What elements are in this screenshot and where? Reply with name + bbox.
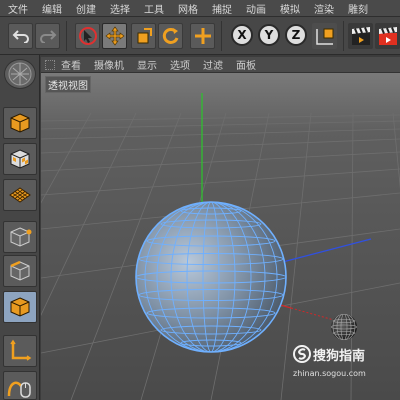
menu-select[interactable]: 选择 bbox=[110, 1, 130, 16]
crosshair-icon bbox=[194, 28, 211, 44]
points-mode-button[interactable] bbox=[3, 221, 37, 253]
viewport-menu-bar: 查看 摄像机 显示 选项 过滤 面板 bbox=[41, 57, 400, 73]
menu-sculpt[interactable]: 雕刻 bbox=[348, 1, 368, 16]
menu-edit[interactable]: 编辑 bbox=[42, 1, 62, 16]
menu-bar: 文件 编辑 创建 选择 工具 网格 捕捉 动画 模拟 渲染 雕刻 bbox=[0, 0, 400, 17]
menu-simulate[interactable]: 模拟 bbox=[280, 1, 300, 16]
move-arrows-icon bbox=[104, 26, 125, 46]
menu-mesh[interactable]: 网格 bbox=[178, 1, 198, 16]
menu-tools[interactable]: 工具 bbox=[144, 1, 164, 16]
scale-icon bbox=[137, 28, 152, 44]
render-view-button[interactable] bbox=[348, 23, 373, 49]
workplane-mode-button[interactable] bbox=[3, 179, 37, 211]
menu-snap[interactable]: 捕捉 bbox=[212, 1, 232, 16]
redo-button[interactable] bbox=[35, 23, 60, 49]
watermark-brand: 搜狗指南 bbox=[313, 349, 366, 364]
undo-button[interactable] bbox=[8, 23, 33, 49]
selection-cursor-icon bbox=[78, 27, 97, 45]
make-editable-icon bbox=[8, 62, 32, 86]
polygons-mode-button[interactable] bbox=[3, 291, 37, 323]
redo-icon bbox=[39, 30, 56, 43]
viewport-grip-icon[interactable] bbox=[45, 59, 55, 70]
small-sphere-object bbox=[331, 314, 357, 340]
grid-plane-icon bbox=[9, 187, 31, 203]
viewport-menu-cameras[interactable]: 摄像机 bbox=[94, 57, 124, 72]
viewport-menu-view[interactable]: 查看 bbox=[61, 57, 81, 72]
move-tool-button[interactable] bbox=[102, 23, 127, 49]
viewport-menu-options[interactable]: 选项 bbox=[170, 57, 190, 72]
clapperboard-icon bbox=[351, 27, 370, 45]
watermark-url: zhinan.sogou.com bbox=[293, 369, 366, 378]
main-toolbar: X Y Z bbox=[0, 17, 400, 55]
render-to-picture-viewer-button[interactable] bbox=[375, 23, 400, 49]
transform-tool-button[interactable] bbox=[190, 23, 215, 49]
z-axis-lock-button[interactable]: Z bbox=[285, 24, 307, 46]
menu-render[interactable]: 渲染 bbox=[314, 1, 334, 16]
edges-cube-icon bbox=[10, 260, 30, 281]
x-axis-lock-button[interactable]: X bbox=[231, 24, 253, 46]
make-editable-button[interactable] bbox=[4, 59, 36, 89]
rotate-icon bbox=[162, 27, 178, 44]
menu-create[interactable]: 创建 bbox=[76, 1, 96, 16]
axis-corner-icon bbox=[10, 339, 32, 361]
sogou-watermark: 搜狗指南 zhinan.sogou.com bbox=[291, 342, 397, 382]
live-selection-button[interactable] bbox=[75, 23, 100, 49]
axis-mode-button[interactable] bbox=[3, 335, 37, 367]
viewport-menu-filter[interactable]: 过滤 bbox=[203, 57, 223, 72]
left-tool-palette bbox=[0, 55, 40, 400]
polygons-cube-icon bbox=[10, 297, 30, 317]
edges-mode-button[interactable] bbox=[3, 255, 37, 287]
texture-mode-button[interactable] bbox=[3, 143, 37, 175]
viewport-menu-display[interactable]: 显示 bbox=[137, 57, 157, 72]
rotate-tool-button[interactable] bbox=[158, 23, 183, 49]
coordinate-system-icon bbox=[315, 28, 333, 45]
menu-file[interactable]: 文件 bbox=[8, 1, 28, 16]
tweak-mode-button[interactable] bbox=[3, 371, 37, 400]
cube-model-icon bbox=[10, 113, 30, 133]
scale-tool-button[interactable] bbox=[131, 23, 156, 49]
coordinate-system-button[interactable] bbox=[312, 23, 337, 49]
menu-animate[interactable]: 动画 bbox=[246, 1, 266, 16]
sphere-object bbox=[135, 201, 287, 353]
checker-cube-icon bbox=[10, 149, 30, 169]
viewport-label: 透视视图 bbox=[45, 76, 91, 93]
clapperboard-render-icon bbox=[378, 27, 397, 45]
y-axis-lock-button[interactable]: Y bbox=[258, 24, 280, 46]
model-mode-button[interactable] bbox=[3, 107, 37, 139]
mouse-tweak-icon bbox=[7, 381, 31, 398]
sogou-logo-icon bbox=[293, 345, 311, 363]
undo-icon bbox=[12, 30, 29, 43]
points-cube-icon bbox=[10, 227, 32, 247]
viewport-menu-panel[interactable]: 面板 bbox=[236, 57, 256, 72]
